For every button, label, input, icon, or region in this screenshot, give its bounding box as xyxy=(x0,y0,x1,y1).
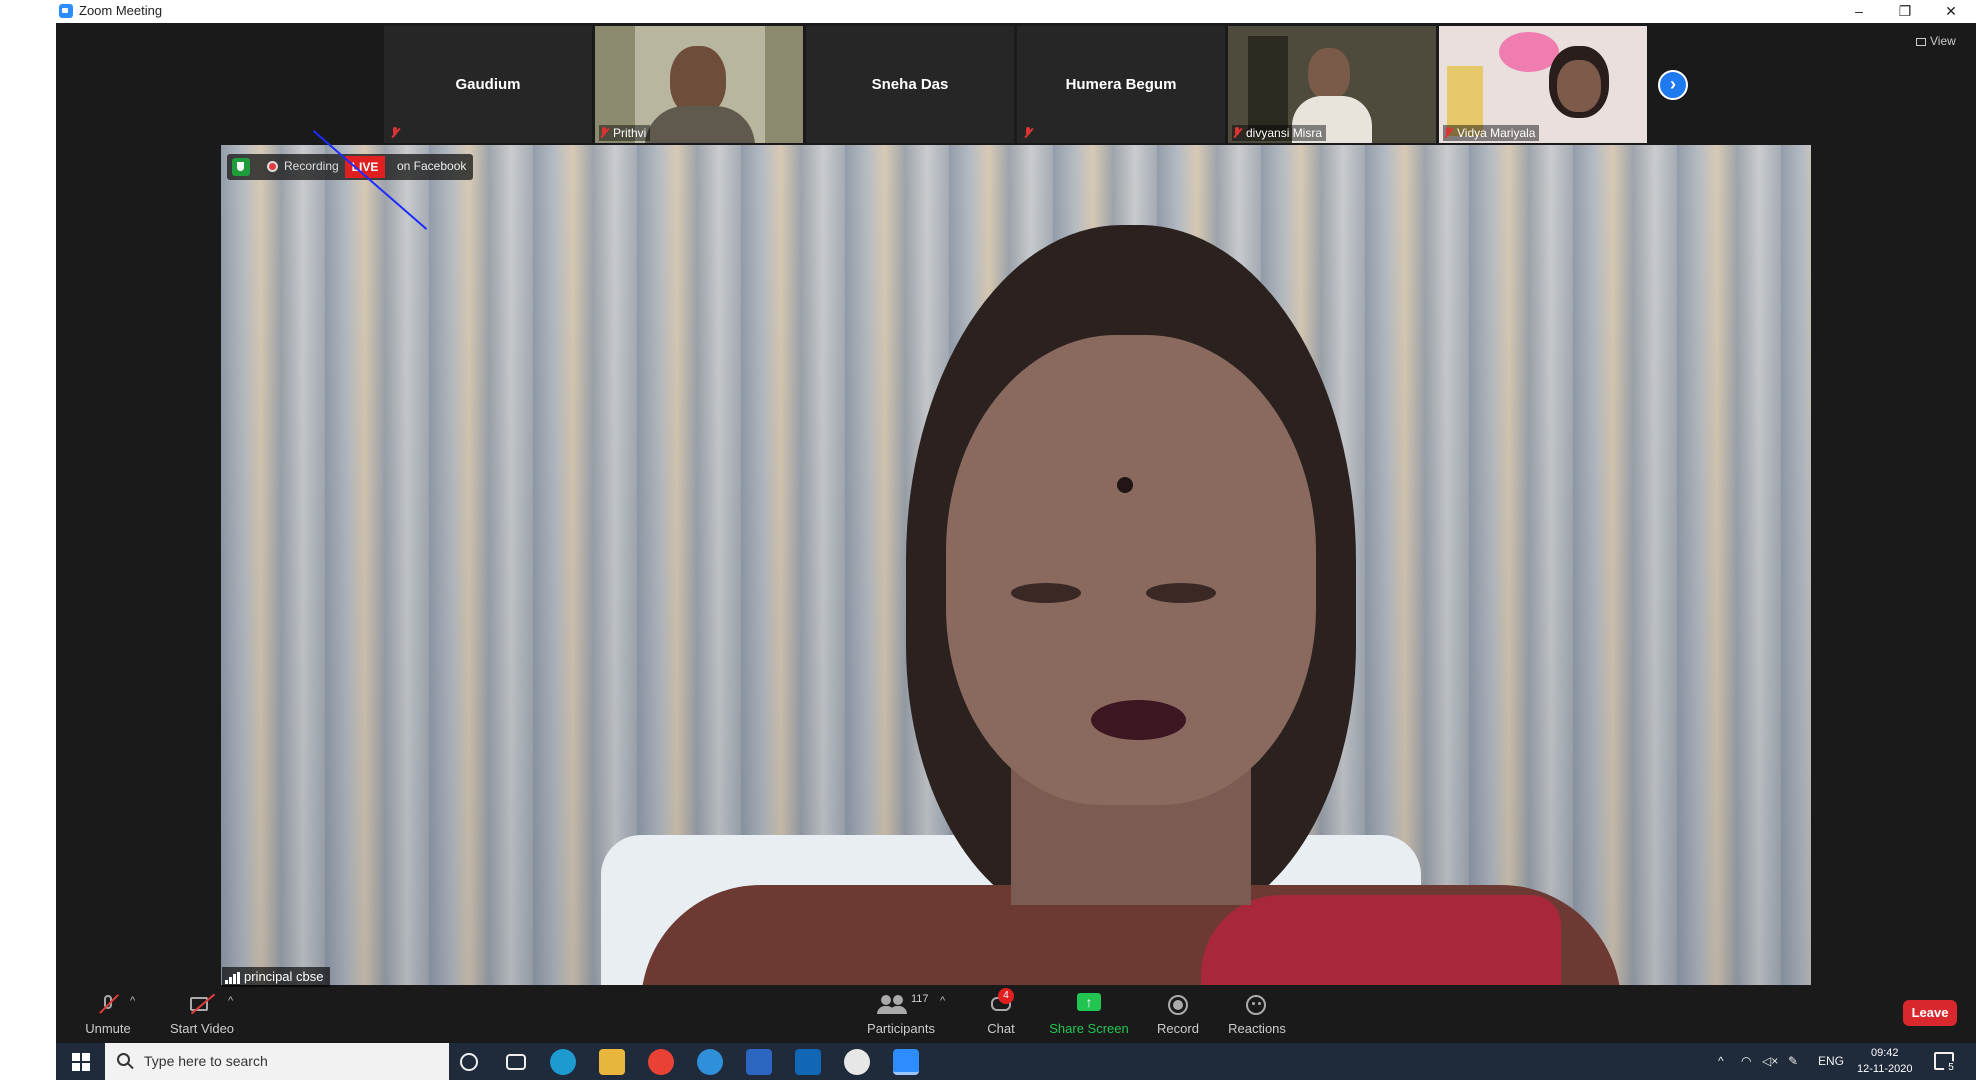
participants-button[interactable]: 117 Participants xyxy=(856,993,946,1036)
visio-icon[interactable] xyxy=(746,1049,772,1075)
video-background xyxy=(1248,36,1288,136)
muted-mic-icon xyxy=(599,127,609,139)
zoom-app-icon xyxy=(59,4,73,18)
muted-mic-icon xyxy=(96,993,120,1017)
video-options-caret[interactable]: ^ xyxy=(228,995,233,1007)
chrome-icon[interactable] xyxy=(648,1049,674,1075)
show-hidden-icons[interactable]: ^ xyxy=(1718,1054,1724,1068)
taskbar-clock[interactable]: 09:42 12-11-2020 xyxy=(1857,1045,1912,1077)
share-screen-button[interactable]: ↑ Share Screen xyxy=(1044,993,1134,1036)
person-head xyxy=(1308,48,1350,100)
signal-strength-icon xyxy=(225,972,240,984)
muted-mic-icon xyxy=(1443,127,1453,139)
restore-button[interactable]: ❐ xyxy=(1882,0,1928,22)
windows-start-icon[interactable] xyxy=(72,1053,90,1071)
participant-tile-prithvi[interactable]: Prithvi xyxy=(595,26,803,143)
participants-icon: 117 xyxy=(871,993,931,1017)
participant-tile-vidya-mariyala[interactable]: Vidya Mariyala xyxy=(1439,26,1647,143)
participants-count: 117 xyxy=(911,993,929,1005)
participant-name: Humera Begum xyxy=(1065,76,1177,93)
audio-options-caret[interactable]: ^ xyxy=(130,995,135,1007)
chat-label: Chat xyxy=(987,1021,1015,1036)
reactions-button[interactable]: Reactions xyxy=(1222,993,1292,1036)
speaker-eye-right xyxy=(1146,583,1216,603)
grid-view-icon xyxy=(1916,38,1926,46)
recording-icon xyxy=(267,161,278,172)
notifications-count: 5 xyxy=(1944,1061,1958,1075)
participant-tile-humera-begum[interactable]: Humera Begum xyxy=(1017,26,1225,143)
leave-button[interactable]: Leave xyxy=(1903,1000,1957,1026)
next-page-button[interactable]: › xyxy=(1658,70,1688,100)
zoom-meeting-area: Gaudium Prithvi Sneha Das Humera Begum d… xyxy=(56,23,1976,1043)
muted-mic-icon xyxy=(1232,127,1242,139)
video-off-icon xyxy=(188,993,216,1017)
reactions-icon xyxy=(1246,993,1268,1017)
participants-label: Participants xyxy=(867,1021,935,1036)
participant-tile-gaudium[interactable]: Gaudium xyxy=(384,26,592,143)
reactions-label: Reactions xyxy=(1228,1021,1286,1036)
task-view-icon[interactable] xyxy=(506,1054,526,1070)
muted-mic-icon xyxy=(390,127,400,139)
unmute-label: Unmute xyxy=(85,1021,131,1036)
volume-muted-icon[interactable]: ◁× xyxy=(1762,1054,1778,1068)
edge-browser-icon[interactable] xyxy=(550,1049,576,1075)
desktop-strip xyxy=(0,23,56,1043)
share-screen-label: Share Screen xyxy=(1049,1021,1129,1036)
participant-name: Gaudium xyxy=(455,76,521,93)
speaker-mouth xyxy=(1091,700,1186,740)
taskbar-search-box[interactable]: Type here to search xyxy=(105,1043,449,1080)
participant-name: Sneha Das xyxy=(871,76,949,93)
internet-explorer-icon[interactable] xyxy=(697,1049,723,1075)
file-explorer-icon[interactable] xyxy=(599,1049,625,1075)
minimize-button[interactable]: – xyxy=(1836,0,1882,22)
language-indicator[interactable]: ENG xyxy=(1818,1054,1844,1068)
clock-time: 09:42 xyxy=(1870,1047,1899,1059)
security-shield-icon[interactable] xyxy=(232,158,250,176)
close-button[interactable]: ✕ xyxy=(1928,0,1974,22)
participant-name: Vidya Mariyala xyxy=(1443,125,1540,141)
windows-taskbar: Type here to search ^ ◠ ◁× ✎ ENG 09:42 1… xyxy=(56,1043,1976,1080)
chat-unread-badge: 4 xyxy=(998,988,1014,1004)
view-label: View xyxy=(1930,34,1956,48)
live-stream-target[interactable]: on Facebook xyxy=(397,159,466,173)
record-button[interactable]: Record xyxy=(1148,993,1208,1036)
outlook-icon[interactable] xyxy=(795,1049,821,1075)
window-titlebar: Zoom Meeting – ❐ ✕ xyxy=(0,0,1976,23)
participant-tile-divyansi-misra[interactable]: divyansi Misra xyxy=(1228,26,1436,143)
pen-icon[interactable]: ✎ xyxy=(1788,1054,1798,1068)
paint-app-icon[interactable] xyxy=(844,1049,870,1075)
active-speaker-video xyxy=(221,145,1811,985)
clock-date: 12-11-2020 xyxy=(1857,1063,1913,1075)
network-icon[interactable]: ◠ xyxy=(1741,1054,1751,1068)
speaker-bindi xyxy=(1117,477,1133,493)
muted-mic-icon xyxy=(1023,127,1033,139)
cortana-icon[interactable] xyxy=(460,1053,478,1071)
speaker-eye-left xyxy=(1011,583,1081,603)
person-head xyxy=(1557,60,1601,112)
window-title: Zoom Meeting xyxy=(79,3,163,18)
share-screen-icon: ↑ xyxy=(1077,993,1101,1011)
unmute-button[interactable]: Unmute xyxy=(78,993,138,1036)
record-icon xyxy=(1168,993,1188,1017)
search-icon xyxy=(117,1053,130,1066)
participant-name: divyansi Misra xyxy=(1232,125,1327,141)
start-video-label: Start Video xyxy=(169,1021,235,1036)
record-label: Record xyxy=(1157,1021,1199,1036)
participants-options-caret[interactable]: ^ xyxy=(940,995,945,1007)
share-screen-icon-wrap: ↑ xyxy=(1077,993,1101,1017)
zoom-taskbar-icon[interactable] xyxy=(893,1049,919,1075)
speaker-saree xyxy=(1201,895,1561,985)
view-button[interactable]: View xyxy=(1916,34,1956,48)
recording-label[interactable]: Recording xyxy=(284,159,339,173)
participant-tile-sneha-das[interactable]: Sneha Das xyxy=(806,26,1014,143)
search-placeholder: Type here to search xyxy=(144,1053,268,1069)
